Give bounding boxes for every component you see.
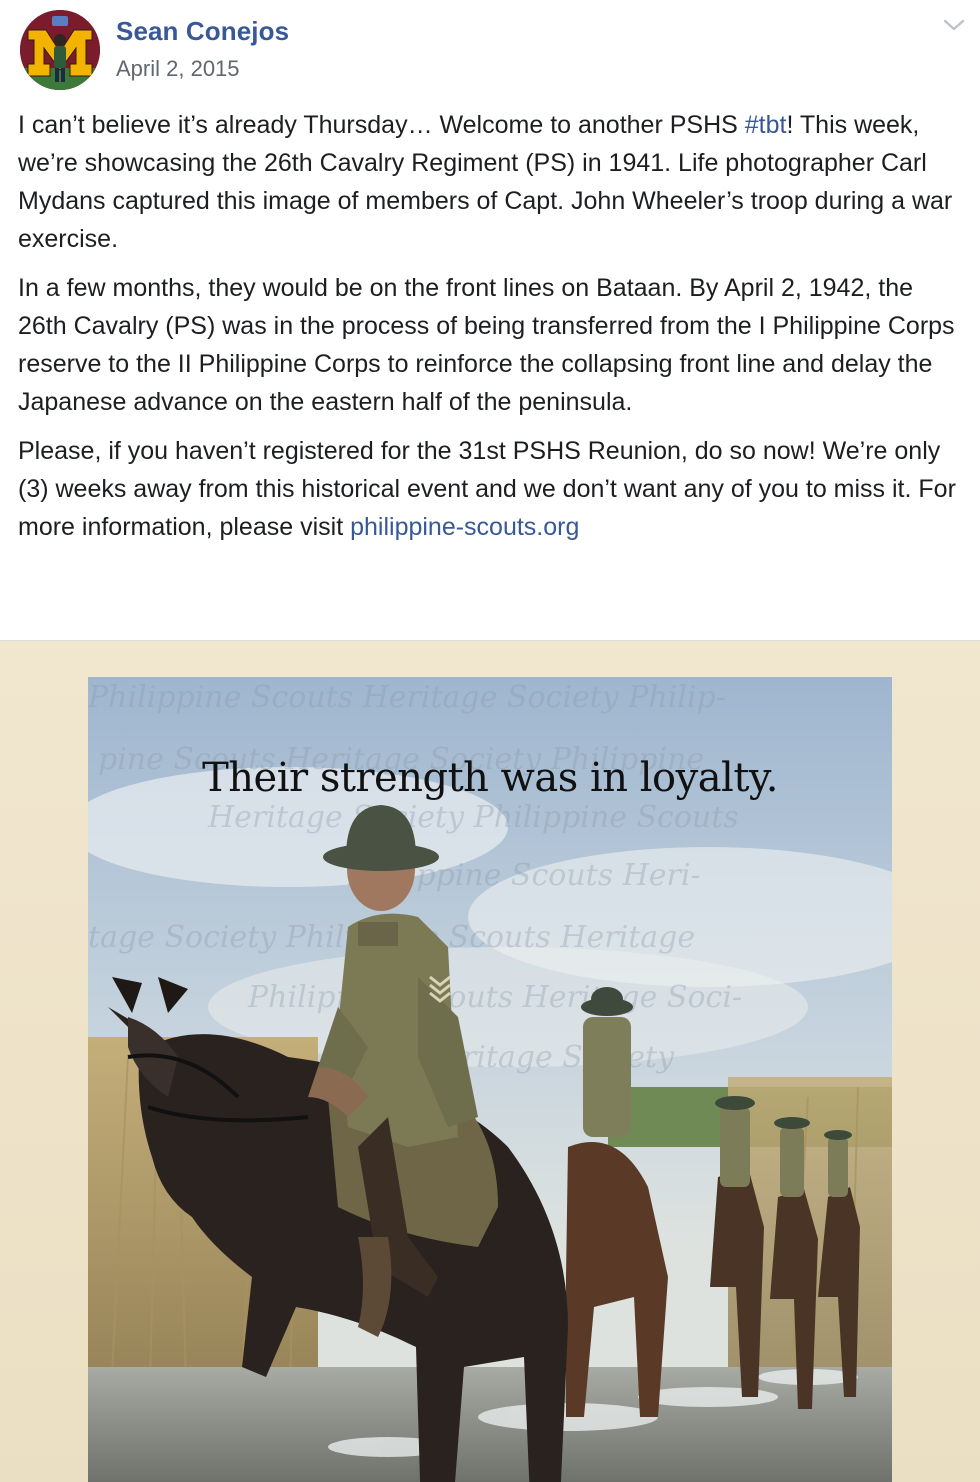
paragraph-text: I can’t believe it’s already Thursday… W… (18, 111, 745, 139)
avatar[interactable] (20, 10, 100, 90)
avatar-image (20, 10, 100, 90)
svg-text:Heritage Society Philippine S: Heritage Society Philippine Scouts (207, 800, 739, 835)
poster-headline: Their strength was in loyalty. (202, 755, 778, 801)
post-paragraph-2: In a few months, they would be on the fr… (18, 274, 955, 416)
website-link[interactable]: philippine-scouts.org (350, 513, 579, 541)
hashtag-link[interactable]: #tbt (745, 111, 787, 139)
cavalry-photo: Philippine Scouts Heritage Society Phili… (88, 677, 892, 1482)
facebook-post: Sean Conejos April 2, 2015 I can’t belie… (0, 0, 980, 1482)
author-name[interactable]: Sean Conejos (116, 16, 289, 47)
post-header: Sean Conejos April 2, 2015 (0, 0, 980, 100)
post-paragraph-1: I can’t believe it’s already Thursday… W… (18, 106, 968, 258)
svg-text:Philippine Scouts Heritage Soc: Philippine Scouts Heritage Society Phili… (88, 680, 726, 715)
svg-text:Philippine Scouts Heritage Soc: Philippine Scouts Heritage Soci- (247, 980, 742, 1015)
post-paragraph-3: Please, if you haven’t registered for th… (18, 432, 968, 546)
post-timestamp[interactable]: April 2, 2015 (116, 56, 240, 82)
post-body: I can’t believe it’s already Thursday… W… (18, 106, 968, 557)
post-photo[interactable]: Philippine Scouts Heritage Society Phili… (0, 641, 980, 1482)
chevron-down-icon[interactable] (942, 16, 966, 34)
